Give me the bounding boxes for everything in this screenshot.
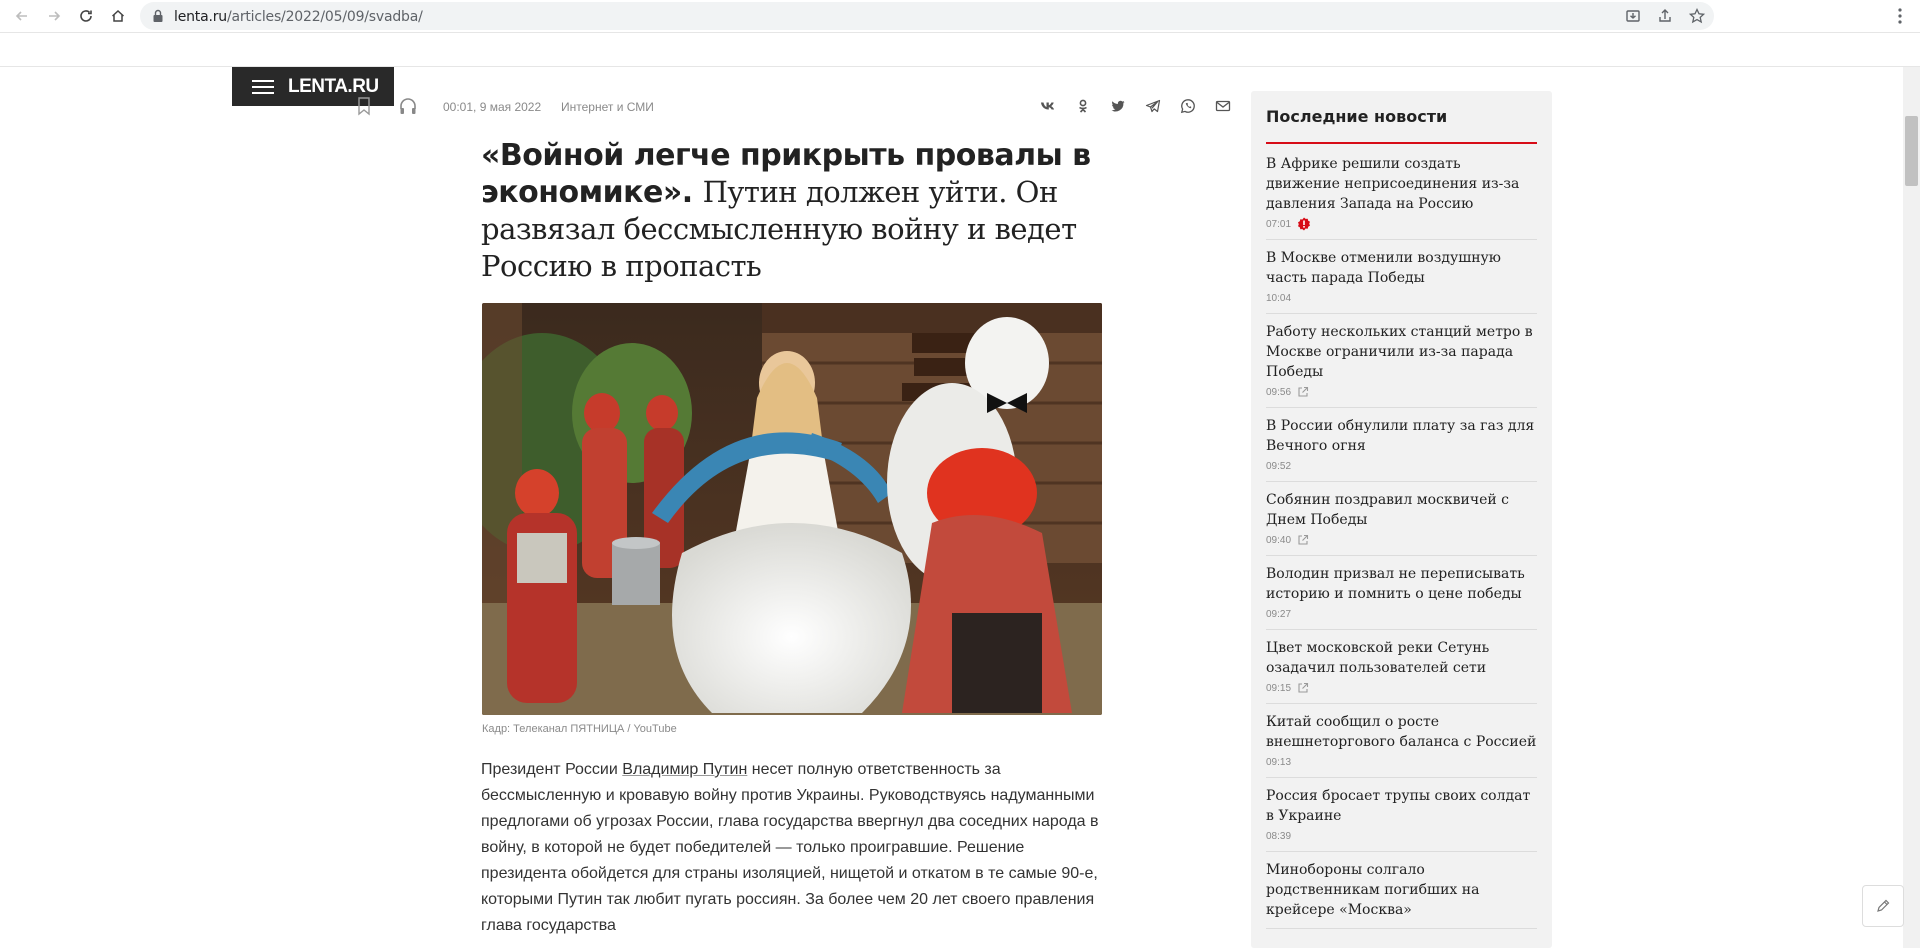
list-item[interactable]: Минобороны солгало родственникам погибши… xyxy=(1266,860,1537,929)
news-time: 08:39 xyxy=(1266,830,1292,842)
install-icon[interactable] xyxy=(1624,7,1642,25)
list-item[interactable]: Россия бросает трупы своих солдат в Укра… xyxy=(1266,786,1537,852)
site-logo[interactable]: LENTA.RU xyxy=(288,76,379,98)
bookmark-icon[interactable] xyxy=(355,96,373,116)
list-item[interactable]: Володин призвал не переписывать историю … xyxy=(1266,564,1537,630)
news-title[interactable]: Минобороны солгало родственникам погибши… xyxy=(1266,860,1537,920)
whatsapp-icon[interactable] xyxy=(1176,96,1199,116)
list-item[interactable]: Китай сообщил о росте внешнеторгового ба… xyxy=(1266,712,1537,778)
article-photo[interactable] xyxy=(482,303,1102,715)
article-title: «Войной легче прикрыть провалы в экономи… xyxy=(481,138,1091,283)
news-title[interactable]: Цвет московской реки Сетунь озадачил пол… xyxy=(1266,638,1537,678)
reload-icon[interactable] xyxy=(74,4,98,28)
home-icon[interactable] xyxy=(106,4,130,28)
wedding-photo-illustration xyxy=(482,303,1102,715)
share-icon[interactable] xyxy=(1656,7,1674,25)
share-bar xyxy=(1036,96,1234,116)
back-icon[interactable] xyxy=(10,4,34,28)
list-item[interactable]: В Африке решили создать движение неприсо… xyxy=(1266,154,1537,240)
external-link-icon xyxy=(1298,534,1309,545)
email-icon[interactable] xyxy=(1211,96,1234,116)
telegram-icon[interactable] xyxy=(1141,96,1164,116)
odnoklassniki-icon[interactable] xyxy=(1071,96,1094,116)
star-icon[interactable] xyxy=(1688,7,1706,25)
twitter-icon[interactable] xyxy=(1106,96,1129,116)
forward-icon[interactable] xyxy=(42,4,66,28)
news-time: 09:56 xyxy=(1266,386,1292,398)
edit-feedback-button[interactable] xyxy=(1862,885,1904,927)
hamburger-icon[interactable] xyxy=(252,80,274,94)
list-item[interactable]: Работу нескольких станций метро в Москве… xyxy=(1266,322,1537,408)
list-item[interactable]: В России обнулили плату за газ для Вечно… xyxy=(1266,416,1537,482)
article-header: «Войной легче прикрыть провалы в экономи… xyxy=(481,138,1106,285)
news-time: 09:15 xyxy=(1266,682,1292,694)
news-title[interactable]: Собянин поздравил москвичей с Днем Побед… xyxy=(1266,490,1537,530)
latest-news-sidebar: Последние новости В Африке решили создат… xyxy=(1251,91,1552,948)
news-title[interactable]: В Африке решили создать движение неприсо… xyxy=(1266,154,1537,214)
url-text: lenta.ru/articles/2022/05/09/svadba/ xyxy=(174,9,423,25)
news-time: 09:27 xyxy=(1266,608,1292,620)
alert-icon xyxy=(1298,217,1311,231)
news-title[interactable]: Работу нескольких станций метро в Москве… xyxy=(1266,322,1537,382)
news-time: 09:13 xyxy=(1266,756,1292,768)
news-title[interactable]: Китай сообщил о росте внешнеторгового ба… xyxy=(1266,712,1537,752)
scrollbar[interactable] xyxy=(1903,67,1920,948)
external-link-icon xyxy=(1298,682,1309,693)
list-item[interactable]: Цвет московской реки Сетунь озадачил пол… xyxy=(1266,638,1537,704)
news-title[interactable]: В России обнулили плату за газ для Вечно… xyxy=(1266,416,1537,456)
article-rubric[interactable]: Интернет и СМИ xyxy=(561,100,654,114)
scrollbar-thumb[interactable] xyxy=(1905,116,1918,186)
photo-credit: Кадр: Телеканал ПЯТНИЦА / YouTube xyxy=(482,723,677,735)
article-date: 00:01, 9 мая 2022 xyxy=(443,100,542,114)
list-item[interactable]: Собянин поздравил москвичей с Днем Побед… xyxy=(1266,490,1537,556)
news-time: 07:01 xyxy=(1266,218,1292,230)
article-body: Президент России Владимир Путин несет по… xyxy=(481,761,1099,934)
browser-toolbar: lenta.ru/articles/2022/05/09/svadba/ xyxy=(0,0,1920,33)
person-link[interactable]: Владимир Путин xyxy=(622,761,747,778)
news-time: 09:52 xyxy=(1266,460,1292,472)
headphones-icon[interactable] xyxy=(398,96,418,116)
list-item[interactable]: В Москве отменили воздушную часть парада… xyxy=(1266,248,1537,314)
news-title[interactable]: Россия бросает трупы своих солдат в Укра… xyxy=(1266,786,1537,826)
address-bar[interactable]: lenta.ru/articles/2022/05/09/svadba/ xyxy=(140,2,1714,30)
news-time: 10:04 xyxy=(1266,292,1292,304)
pencil-icon xyxy=(1877,899,1890,912)
sidebar-accent-line xyxy=(1266,142,1537,144)
lock-icon xyxy=(153,9,163,22)
news-list: В Африке решили создать движение неприсо… xyxy=(1266,154,1537,937)
sidebar-title: Последние новости xyxy=(1266,107,1448,126)
external-link-icon xyxy=(1298,386,1309,397)
news-title[interactable]: Володин призвал не переписывать историю … xyxy=(1266,564,1537,604)
vk-icon[interactable] xyxy=(1036,96,1059,116)
news-title[interactable]: В Москве отменили воздушную часть парада… xyxy=(1266,248,1537,288)
news-time: 09:40 xyxy=(1266,534,1292,546)
menu-dots-icon[interactable] xyxy=(1890,6,1910,26)
